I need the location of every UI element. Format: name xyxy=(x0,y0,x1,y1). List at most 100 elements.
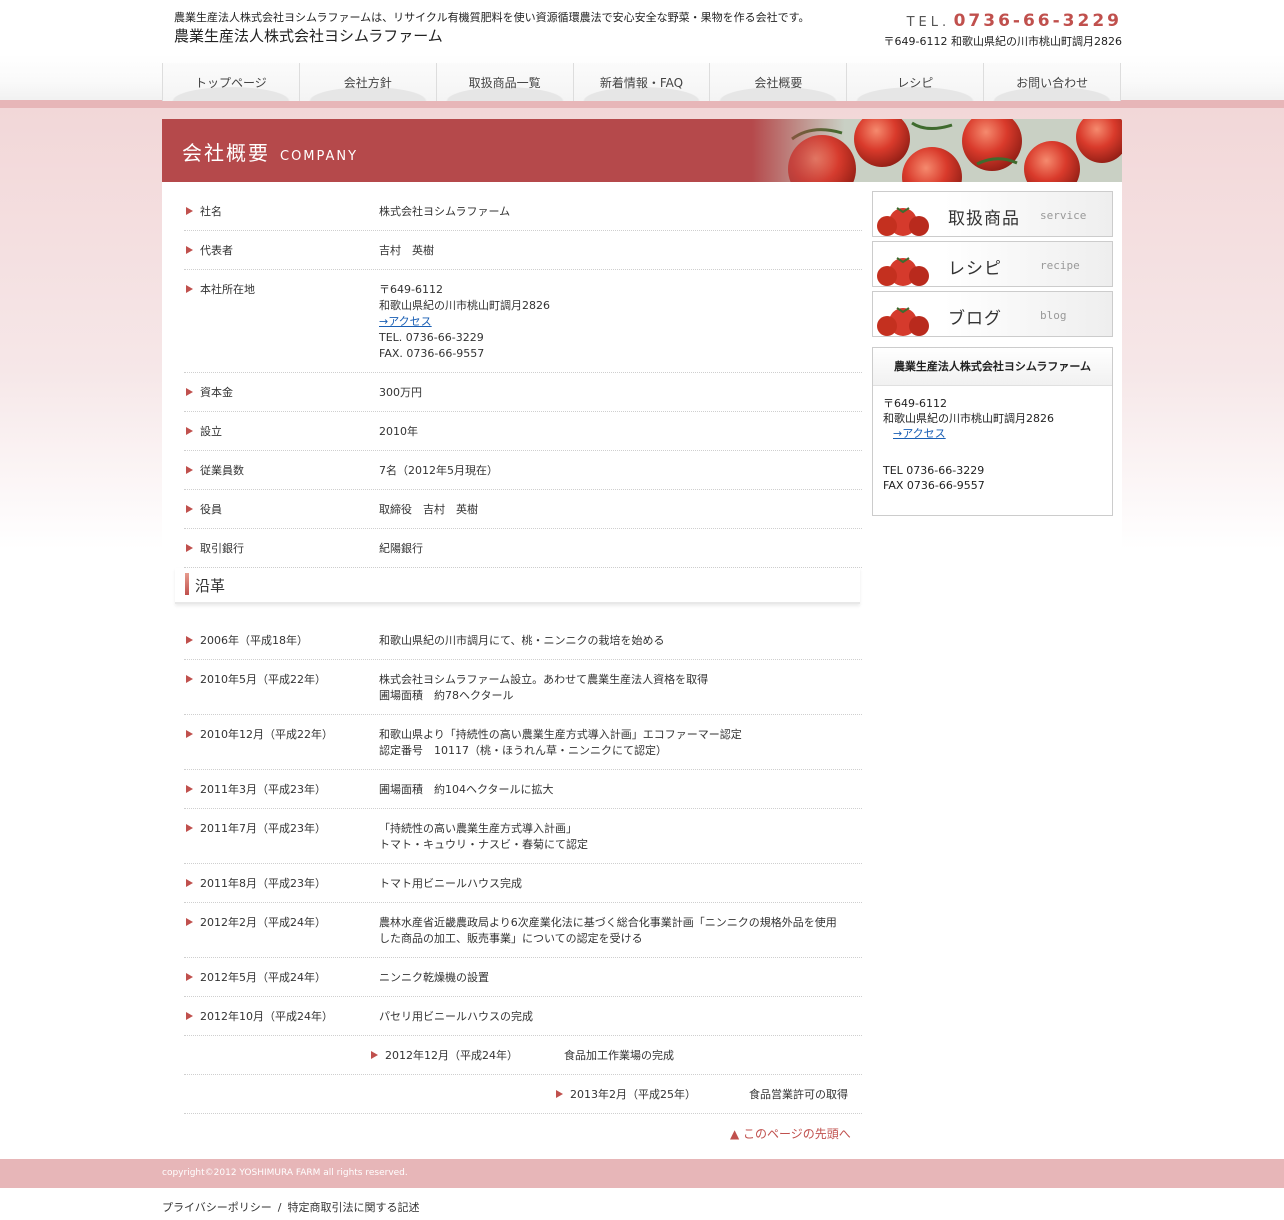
footer-separator: / xyxy=(277,1201,282,1214)
table-row: 2012年2月（平成24年） 農林水産省近畿農政局より6次産業化法に基づく総合化事… xyxy=(184,903,862,958)
tel-prefix: TEL. xyxy=(906,15,951,30)
value-line: 300万円 xyxy=(379,386,422,399)
site-logo-text[interactable]: 農業生産法人株式会社ヨシムラファーム xyxy=(174,25,443,46)
sidebar-service-label: 取扱商品 xyxy=(948,209,1020,229)
nav-item-recipe[interactable]: レシピ xyxy=(847,63,985,101)
sidebar-postal: 〒649-6112 xyxy=(883,397,947,410)
table-row: 社名 株式会社ヨシムラファーム xyxy=(184,192,862,231)
table-row: 従業員数 7名（2012年5月現在） xyxy=(184,451,862,490)
row-label: 2011年3月（平成23年） xyxy=(184,782,379,798)
table-row: 2012年12月（平成24年） 食品加工作業場の完成 xyxy=(184,1036,862,1075)
value-line: 農林水産省近畿農政局より6次産業化法に基づく総合化事業計画「ニンニクの規格外品を… xyxy=(379,916,837,929)
nav-item-news-faq[interactable]: 新着情報・FAQ xyxy=(573,63,711,101)
sidebar-blog-button[interactable]: ブログ blog xyxy=(872,291,1113,337)
nav-item-contact[interactable]: お問い合わせ xyxy=(984,63,1122,101)
value-line: 食品加工作業場の完成 xyxy=(564,1049,674,1062)
page-top-link[interactable]: ▲ このページの先頭へ xyxy=(730,1125,851,1142)
sidebar-info-box: 農業生産法人株式会社ヨシムラファーム 〒649-6112 和歌山県紀の川市桃山町… xyxy=(872,347,1113,516)
table-row: 2011年8月（平成23年） トマト用ビニールハウス完成 xyxy=(184,864,862,903)
page-title: 会社概要 COMPANY xyxy=(182,137,358,166)
privacy-policy-link[interactable]: プライバシーポリシー xyxy=(162,1201,272,1214)
row-label: 2012年12月（平成24年） xyxy=(369,1048,564,1064)
value-line: 「持続性の高い農業生産方式導入計画」 xyxy=(379,822,577,835)
row-label: 2013年2月（平成25年） xyxy=(554,1087,749,1103)
sidebar-service-sub: service xyxy=(1040,209,1087,222)
tomato-icon xyxy=(877,207,929,236)
company-table: 社名 株式会社ヨシムラファーム 代表者 吉村 英樹 本社所在地 〒649-6112 和歌山県… xyxy=(184,192,862,568)
table-row: 2013年2月（平成25年） 食品営業許可の取得 xyxy=(184,1075,862,1114)
sidebar-tel: TEL 0736-66-3229 xyxy=(883,464,985,477)
value-line: 食品営業許可の取得 xyxy=(749,1088,848,1101)
row-label: 資本金 xyxy=(184,385,379,401)
sidebar-service-button[interactable]: 取扱商品 service xyxy=(872,191,1113,237)
page-title-jp: 会社概要 xyxy=(182,141,270,165)
row-value: 圃場面積 約104ヘクタールに拡大 xyxy=(379,782,862,798)
row-value: 和歌山県より「持続性の高い農業生産方式導入計画」エコファーマー認定 認定番号 10… xyxy=(379,727,862,759)
header-address: 〒649-6112 和歌山県紀の川市桃山町調月2826 xyxy=(883,35,1122,48)
value-line: 〒649-6112 xyxy=(379,283,443,296)
value-line: FAX. 0736-66-9557 xyxy=(379,347,485,360)
header-tel: TEL. 0736-66-3229 xyxy=(907,11,1122,31)
sidebar-recipe-button[interactable]: レシピ recipe xyxy=(872,241,1113,287)
row-value: 農林水産省近畿農政局より6次産業化法に基づく総合化事業計画「ニンニクの規格外品を… xyxy=(379,915,862,947)
global-nav: トップページ 会社方針 取扱商品一覧 新着情報・FAQ 会社概要 レシピ お問い… xyxy=(162,63,1122,101)
table-row: 役員 取締役 吉村 英樹 xyxy=(184,490,862,529)
row-value: 株式会社ヨシムラファーム設立。あわせて農業生産法人資格を取得 圃場面積 約78ヘク… xyxy=(379,672,862,704)
table-row: 設立 2010年 xyxy=(184,412,862,451)
row-value: 2010年 xyxy=(379,424,862,440)
sidebar-access-link[interactable]: →アクセス xyxy=(893,427,946,440)
value-line: 7名（2012年5月現在） xyxy=(379,464,498,477)
row-value: 和歌山県紀の川市調月にて、桃・ニンニクの栽培を始める xyxy=(379,633,862,649)
row-label: 2006年（平成18年） xyxy=(184,633,379,649)
value-line: 株式会社ヨシムラファーム設立。あわせて農業生産法人資格を取得 xyxy=(379,673,709,686)
row-value: 食品加工作業場の完成 xyxy=(564,1048,862,1064)
access-link[interactable]: →アクセス xyxy=(379,315,432,328)
sidebar-recipe-label: レシピ xyxy=(948,259,1002,279)
value-line: 和歌山県紀の川市桃山町調月2826 xyxy=(379,299,550,312)
row-value: 7名（2012年5月現在） xyxy=(379,463,862,479)
row-value: 〒649-6112 和歌山県紀の川市桃山町調月2826 →アクセス TEL. 0736… xyxy=(379,282,862,362)
tomato-icon xyxy=(877,257,929,286)
row-label: 代表者 xyxy=(184,243,379,259)
value-line: 圃場面積 約78ヘクタール xyxy=(379,689,514,702)
row-value: 300万円 xyxy=(379,385,862,401)
value-line: 紀陽銀行 xyxy=(379,542,423,555)
table-row: 本社所在地 〒649-6112 和歌山県紀の川市桃山町調月2826 →アクセス TEL.… xyxy=(184,270,862,373)
copyright: copyright©2012 YOSHIMURA FARM all rights… xyxy=(162,1168,408,1178)
nav-item-policy[interactable]: 会社方針 xyxy=(299,63,437,101)
table-row: 2010年12月（平成22年） 和歌山県より「持続性の高い農業生産方式導入計画」エ… xyxy=(184,715,862,770)
nav-item-company[interactable]: 会社概要 xyxy=(710,63,848,101)
commerce-law-link[interactable]: 特定商取引法に関する記述 xyxy=(288,1201,420,1214)
table-row: 2010年5月（平成22年） 株式会社ヨシムラファーム設立。あわせて農業生産法人資… xyxy=(184,660,862,715)
value-line: TEL. 0736-66-3229 xyxy=(379,331,484,344)
table-row: 2006年（平成18年） 和歌山県紀の川市調月にて、桃・ニンニクの栽培を始める xyxy=(184,621,862,660)
table-row: 2012年5月（平成24年） ニンニク乾燥機の設置 xyxy=(184,958,862,997)
sidebar-blog-sub: blog xyxy=(1040,309,1067,322)
table-row: 2011年3月（平成23年） 圃場面積 約104ヘクタールに拡大 xyxy=(184,770,862,809)
value-line: 株式会社ヨシムラファーム xyxy=(379,205,511,218)
table-row: 2012年10月（平成24年） パセリ用ビニールハウスの完成 xyxy=(184,997,862,1036)
row-value: トマト用ビニールハウス完成 xyxy=(379,876,862,892)
value-line: パセリ用ビニールハウスの完成 xyxy=(379,1010,533,1023)
sidebar-recipe-sub: recipe xyxy=(1040,259,1080,272)
sidebar-address: 和歌山県紀の川市桃山町調月2826 xyxy=(883,412,1054,425)
value-line: 吉村 英樹 xyxy=(379,244,434,257)
row-value: ニンニク乾燥機の設置 xyxy=(379,970,862,986)
sidebar-box-body: 〒649-6112 和歌山県紀の川市桃山町調月2826 →アクセス TEL 07… xyxy=(873,386,1112,503)
site-tagline: 農業生産法人株式会社ヨシムラファームは、リサイクル有機質肥料を使い資源循環農法で… xyxy=(174,11,810,24)
row-label: 2011年7月（平成23年） xyxy=(184,821,379,853)
value-line: 認定番号 10117（桃・ほうれん草・ニンニクにて認定） xyxy=(379,744,667,757)
page-banner: 会社概要 COMPANY xyxy=(162,119,1122,182)
value-line: 和歌山県紀の川市調月にて、桃・ニンニクの栽培を始める xyxy=(379,634,665,647)
row-value: 紀陽銀行 xyxy=(379,541,862,557)
nav-item-products[interactable]: 取扱商品一覧 xyxy=(436,63,574,101)
history-heading-text: 沿革 xyxy=(195,577,226,595)
tel-number: 0736-66-3229 xyxy=(953,11,1122,31)
row-value: 株式会社ヨシムラファーム xyxy=(379,204,862,220)
row-value: 「持続性の高い農業生産方式導入計画」 トマト・キュウリ・ナスビ・春菊にて認定 xyxy=(379,821,862,853)
value-line: 取締役 吉村 英樹 xyxy=(379,503,478,516)
row-label: 役員 xyxy=(184,502,379,518)
value-line: トマト用ビニールハウス完成 xyxy=(379,877,522,890)
nav-item-top[interactable]: トップページ xyxy=(163,63,300,101)
value-line: 2010年 xyxy=(379,425,418,438)
